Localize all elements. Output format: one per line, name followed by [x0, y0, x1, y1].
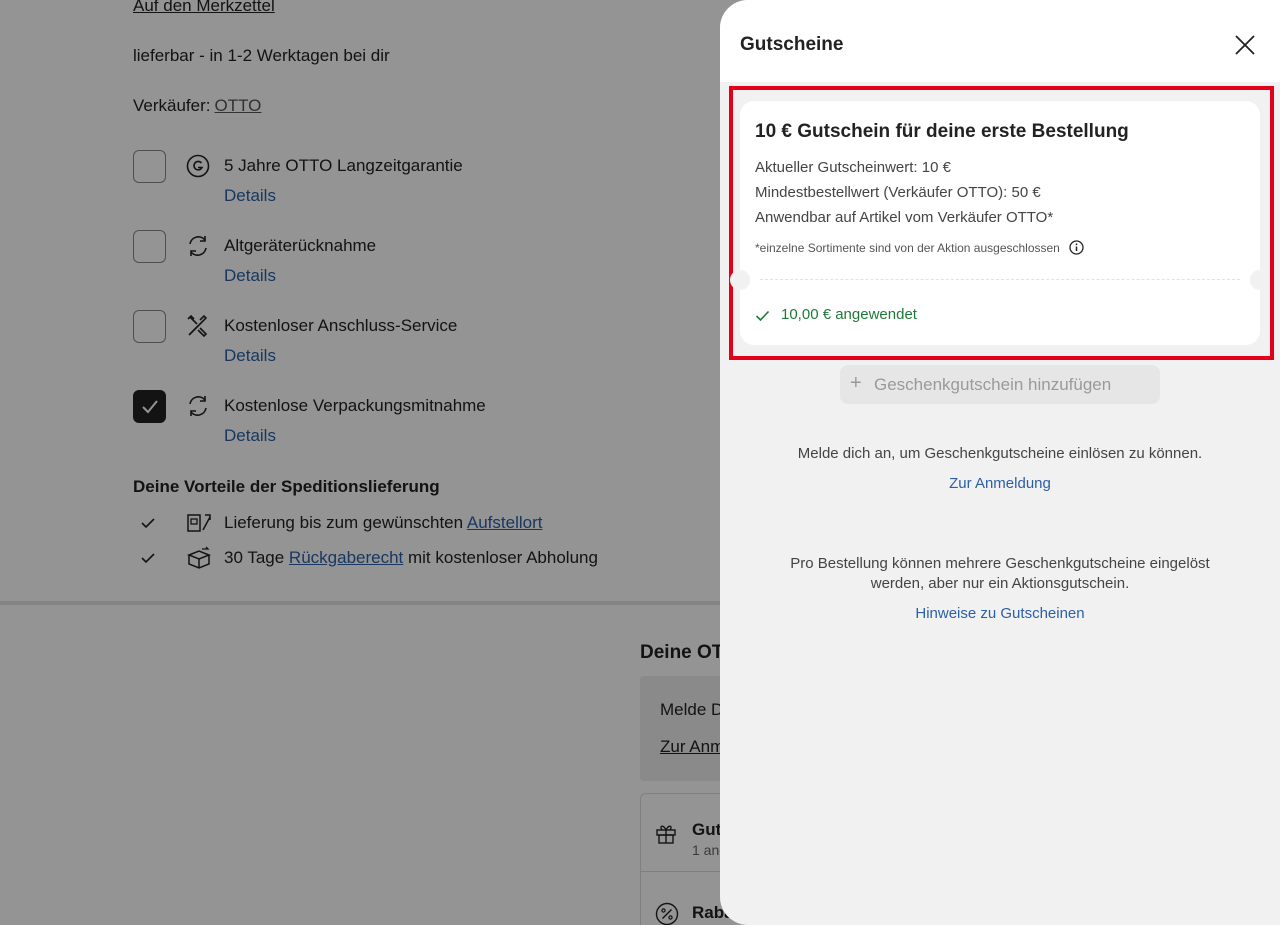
login-hint: Melde dich an, um Geschenkgutscheine ein…	[797, 445, 1203, 462]
plus-icon: +	[850, 372, 862, 394]
voucher-policy-link[interactable]: Hinweise zu Gutscheinen	[720, 605, 1280, 622]
coupon-notch-left	[730, 270, 750, 290]
drawer-title: Gutscheine	[740, 34, 844, 55]
check-icon	[755, 310, 770, 322]
drawer-header: Gutscheine	[720, 0, 1280, 82]
voucher-drawer: Gutscheine 10 € Gutschein für deine erst…	[720, 0, 1280, 925]
coupon-notch-right	[1250, 270, 1270, 290]
coupon-applicable-line: Anwendbar auf Artikel vom Verkäufer OTTO…	[755, 209, 1054, 226]
coupon-min-order-line: Mindestbestellwert (Verkäufer OTTO): 50 …	[755, 184, 1041, 201]
close-icon[interactable]	[1230, 30, 1260, 60]
coupon-card: 10 € Gutschein für deine erste Bestellun…	[730, 101, 1270, 345]
coupon-value-line: Aktueller Gutscheinwert: 10 €	[755, 159, 951, 176]
add-gift-voucher-label: Geschenkgutschein hinzufügen	[874, 375, 1112, 394]
coupon-applied-text: 10,00 € angewendet	[781, 306, 917, 323]
info-icon[interactable]	[1069, 240, 1084, 255]
add-gift-voucher-button[interactable]: + Geschenkgutschein hinzufügen	[840, 365, 1160, 404]
policy-text-line-1: Pro Bestellung können mehrere Geschenkgu…	[790, 555, 1210, 572]
coupon-exclusion-note: *einzelne Sortimente sind von der Aktion…	[755, 240, 1084, 255]
coupon-dashed-divider	[760, 279, 1240, 280]
login-link[interactable]: Zur Anmeldung	[720, 475, 1280, 492]
policy-text-line-2: werden, aber nur ein Aktionsgutschein.	[870, 575, 1130, 592]
coupon-note-text: *einzelne Sortimente sind von der Aktion…	[755, 241, 1060, 255]
coupon-title: 10 € Gutschein für deine erste Bestellun…	[755, 121, 1129, 142]
